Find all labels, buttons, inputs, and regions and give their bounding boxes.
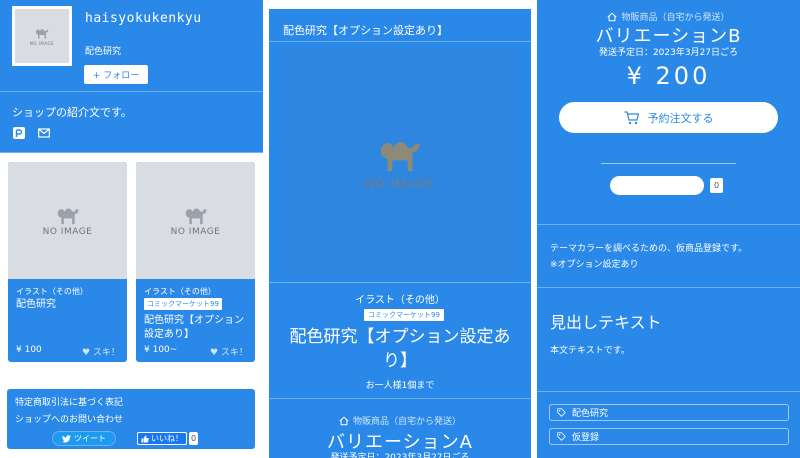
- product-name-line2: り】: [383, 351, 417, 371]
- top-bar: [269, 0, 531, 9]
- product-category[interactable]: イラスト（その他）: [269, 291, 531, 306]
- home-icon: [339, 416, 349, 425]
- item-image-placeholder: NO IMAGE: [136, 162, 255, 279]
- noimage-text: NO IMAGE: [42, 226, 93, 237]
- fb-like-button[interactable]: いいね！ 0: [137, 431, 199, 446]
- tag-link[interactable]: 仮登録: [549, 428, 789, 445]
- item-price: ¥ 100: [16, 345, 42, 355]
- noimage-text: NO IMAGE: [170, 226, 221, 237]
- tweet-label: ツイート: [74, 434, 106, 443]
- mail-icon[interactable]: [38, 127, 50, 139]
- divider: [537, 391, 800, 392]
- legal-link[interactable]: 特定商取引法に基づく表記: [15, 395, 123, 408]
- item-image-placeholder: NO IMAGE: [8, 162, 127, 279]
- divider: [269, 398, 531, 399]
- fb-like-count: 0: [189, 432, 199, 445]
- camel-icon: [380, 141, 421, 171]
- shipping-type: 物販商品（自宅から発送）: [352, 417, 461, 427]
- fb-like[interactable]: いいね！: [137, 432, 187, 445]
- cart-icon: [624, 110, 639, 124]
- variation-a-ship-date: 発送予定日：2023年3月27日ごろ: [330, 453, 470, 458]
- camel-icon: [57, 208, 79, 224]
- preorder-button[interactable]: 予約注文する: [559, 102, 778, 133]
- variation-b-ship-date: 発送予定日：2023年3月27日ごろ: [598, 48, 739, 58]
- variation-a-shipping: 物販商品（自宅から発送）: [269, 414, 531, 427]
- shop-panel: NO IMAGE haisyokukenkyu 配色研究 + フォロー ショップ…: [0, 0, 263, 458]
- divider: [269, 282, 531, 283]
- preorder-label: 予約注文する: [647, 111, 714, 125]
- avatar-placeholder: NO IMAGE: [15, 9, 69, 63]
- contact-link[interactable]: ショップへのお問い合わせ: [15, 412, 123, 425]
- divider: [0, 91, 263, 92]
- product-name: 配色研究【オプション設定あ り】: [269, 325, 531, 373]
- shop-intro: ショップの紹介文です。: [12, 106, 132, 119]
- like-button[interactable]: ♥ スキ！: [82, 345, 120, 358]
- noimage-text: NO IMAGE: [365, 176, 435, 191]
- divider: [537, 287, 800, 288]
- tag-icon: [557, 408, 566, 417]
- shop-name[interactable]: haisyokukenkyu: [85, 11, 202, 26]
- quantity-count: 0: [710, 178, 723, 193]
- shop-avatar[interactable]: NO IMAGE: [12, 6, 72, 66]
- divider: [269, 41, 531, 42]
- description-line2: ※オプション設定あり: [550, 260, 639, 270]
- thumbs-up-icon: [141, 435, 149, 442]
- description-line1: テーマカラーを調べるための、仮商品登録です。: [550, 244, 748, 254]
- fb-like-label: いいね！: [151, 434, 183, 443]
- tag-icon: [557, 432, 566, 441]
- avatar-noimage-text: NO IMAGE: [29, 40, 55, 46]
- follow-button[interactable]: + フォロー: [84, 65, 148, 84]
- divider: [601, 163, 736, 164]
- camel-icon: [185, 208, 207, 224]
- product-header-title: 配色研究【オプション設定あり】: [283, 24, 448, 37]
- pixiv-icon[interactable]: [13, 127, 25, 139]
- item-category: イラスト（その他）: [144, 287, 216, 296]
- item-price: ¥ 100~: [144, 345, 178, 355]
- product-name-line1: 配色研究【オプション設定あ: [289, 327, 511, 347]
- home-icon: [607, 12, 617, 21]
- event-tag[interactable]: コミックマーケット99: [364, 309, 444, 321]
- variation-b-price: ¥ 200: [626, 62, 711, 90]
- shop-subtitle: 配色研究: [85, 47, 122, 57]
- product-panel: 配色研究【オプション設定あり】 NO IMAGE イラスト（その他） コミックマ…: [269, 0, 531, 458]
- divider: [537, 224, 800, 225]
- like-button[interactable]: ♥ スキ！: [210, 345, 248, 358]
- item-category: イラスト（その他）: [16, 287, 88, 296]
- tag-label: 配色研究: [572, 409, 609, 419]
- item-card[interactable]: NO IMAGE イラスト（その他） 配色研究: [8, 162, 127, 362]
- purchase-limit: お一人様1個まで: [365, 381, 435, 391]
- tag-label: 仮登録: [572, 433, 600, 443]
- product-image[interactable]: NO IMAGE: [283, 49, 517, 276]
- quantity-field[interactable]: [610, 176, 704, 195]
- section-heading: 見出しテキスト: [550, 313, 662, 332]
- camel-icon: [35, 28, 49, 38]
- event-tag[interactable]: コミックマーケット99: [144, 298, 222, 310]
- body-text: 本文テキストです。: [550, 346, 630, 356]
- variation-panel: 物販商品（自宅から発送） バリエーションB 発送予定日：2023年3月27日ごろ…: [537, 0, 800, 458]
- tag-link[interactable]: 配色研究: [549, 404, 789, 421]
- item-title[interactable]: 配色研究: [16, 298, 122, 312]
- item-card[interactable]: NO IMAGE イラスト（その他） コミックマーケット99 配色研究【オプショ…: [136, 162, 255, 362]
- twitter-icon: [62, 434, 71, 443]
- item-title[interactable]: 配色研究【オプション設定あり】: [144, 314, 250, 342]
- tweet-button[interactable]: ツイート: [52, 431, 116, 446]
- description: テーマカラーを調べるための、仮商品登録です。 ※オプション設定あり: [550, 241, 747, 273]
